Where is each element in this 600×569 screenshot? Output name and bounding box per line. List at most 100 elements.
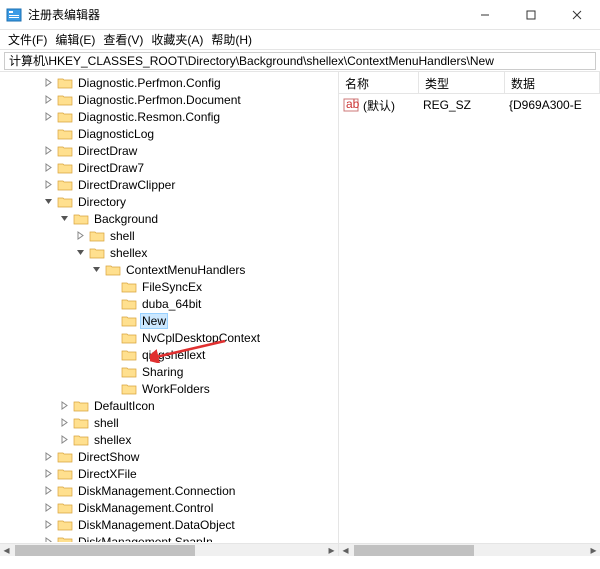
scroll-thumb[interactable]	[15, 545, 195, 556]
chevron-right-icon[interactable]	[42, 93, 55, 106]
tree-item[interactable]: shell	[0, 227, 338, 244]
chevron-right-icon[interactable]	[42, 535, 55, 542]
expander-none	[106, 365, 119, 378]
tree-item[interactable]: DiskManagement.Control	[0, 499, 338, 516]
window-title: 注册表编辑器	[28, 6, 462, 23]
tree-item[interactable]: DirectDraw	[0, 142, 338, 159]
close-button[interactable]	[554, 0, 600, 30]
menu-favorites[interactable]: 收藏夹(A)	[151, 31, 203, 48]
expander-none	[106, 382, 119, 395]
tree-item[interactable]: DirectShow	[0, 448, 338, 465]
tree-item-label: DiskManagement.SnapIn	[76, 535, 215, 543]
menu-view[interactable]: 查看(V)	[103, 31, 143, 48]
cell-data: {D969A300-E	[509, 98, 600, 112]
chevron-right-icon[interactable]	[42, 110, 55, 123]
tree-pane: Diagnostic.Perfmon.ConfigDiagnostic.Perf…	[0, 72, 339, 556]
folder-icon	[89, 246, 105, 260]
list-row[interactable]: ab(默认)REG_SZ{D969A300-E	[339, 96, 600, 114]
chevron-right-icon[interactable]	[42, 161, 55, 174]
tree-item[interactable]: NvCplDesktopContext	[0, 329, 338, 346]
minimize-button[interactable]	[462, 0, 508, 30]
tree-item-label: DiskManagement.DataObject	[76, 518, 237, 532]
tree-item-label: DirectDraw	[76, 144, 139, 158]
tree-item[interactable]: FileSyncEx	[0, 278, 338, 295]
tree-item[interactable]: WorkFolders	[0, 380, 338, 397]
folder-icon	[89, 229, 105, 243]
tree-item[interactable]: DefaultIcon	[0, 397, 338, 414]
tree-item[interactable]: Background	[0, 210, 338, 227]
chevron-right-icon[interactable]	[42, 501, 55, 514]
folder-icon	[57, 161, 73, 175]
chevron-down-icon[interactable]	[42, 195, 55, 208]
tree-item[interactable]: duba_64bit	[0, 295, 338, 312]
tree-item[interactable]: DiagnosticLog	[0, 125, 338, 142]
tree-item[interactable]: Diagnostic.Resmon.Config	[0, 108, 338, 125]
maximize-button[interactable]	[508, 0, 554, 30]
tree-item-label: DiagnosticLog	[76, 127, 156, 141]
tree-item[interactable]: New	[0, 312, 338, 329]
tree-item-label: ContextMenuHandlers	[124, 263, 247, 277]
regedit-icon	[6, 7, 22, 23]
folder-icon	[57, 144, 73, 158]
tree-item-label: DiskManagement.Connection	[76, 484, 237, 498]
list-scrollbar-horizontal[interactable]: ◂ ▸	[339, 543, 600, 556]
chevron-right-icon[interactable]	[42, 450, 55, 463]
tree-item[interactable]: ContextMenuHandlers	[0, 261, 338, 278]
chevron-down-icon[interactable]	[58, 212, 71, 225]
tree-item[interactable]: Diagnostic.Perfmon.Document	[0, 91, 338, 108]
chevron-down-icon[interactable]	[74, 246, 87, 259]
tree-item[interactable]: DiskManagement.Connection	[0, 482, 338, 499]
scroll-thumb[interactable]	[354, 545, 474, 556]
tree-item[interactable]: shellex	[0, 244, 338, 261]
scroll-left-arrow[interactable]: ◂	[0, 544, 13, 557]
col-header-data[interactable]: 数据	[505, 72, 600, 93]
folder-icon	[121, 297, 137, 311]
chevron-right-icon[interactable]	[42, 467, 55, 480]
folder-icon	[57, 76, 73, 90]
registry-tree[interactable]: Diagnostic.Perfmon.ConfigDiagnostic.Perf…	[0, 72, 338, 542]
chevron-right-icon[interactable]	[58, 399, 71, 412]
tree-item[interactable]: DirectDraw7	[0, 159, 338, 176]
tree-item[interactable]: DiskManagement.DataObject	[0, 516, 338, 533]
list-body[interactable]: ab(默认)REG_SZ{D969A300-E	[339, 94, 600, 114]
tree-item-label: DirectDraw7	[76, 161, 146, 175]
scroll-right-arrow[interactable]: ▸	[587, 544, 600, 557]
tree-item-label: duba_64bit	[140, 297, 203, 311]
tree-item[interactable]: DiskManagement.SnapIn	[0, 533, 338, 542]
expander-none	[106, 314, 119, 327]
folder-icon	[73, 433, 89, 447]
chevron-right-icon[interactable]	[42, 484, 55, 497]
scroll-left-arrow[interactable]: ◂	[339, 544, 352, 557]
menu-file[interactable]: 文件(F)	[8, 31, 47, 48]
tree-item[interactable]: shell	[0, 414, 338, 431]
window-titlebar: 注册表编辑器	[0, 0, 600, 30]
address-input[interactable]	[4, 52, 596, 70]
tree-item[interactable]: DirectDrawClipper	[0, 176, 338, 193]
menu-help[interactable]: 帮助(H)	[211, 31, 252, 48]
scroll-right-arrow[interactable]: ▸	[325, 544, 338, 557]
tree-item[interactable]: qingshellext	[0, 346, 338, 363]
folder-icon	[57, 518, 73, 532]
tree-item-label: shell	[92, 416, 121, 430]
tree-item-label: Directory	[76, 195, 128, 209]
chevron-right-icon[interactable]	[42, 76, 55, 89]
tree-item[interactable]: Diagnostic.Perfmon.Config	[0, 74, 338, 91]
chevron-right-icon[interactable]	[42, 144, 55, 157]
col-header-name[interactable]: 名称	[339, 72, 419, 93]
chevron-right-icon[interactable]	[42, 178, 55, 191]
folder-icon	[57, 450, 73, 464]
chevron-right-icon[interactable]	[74, 229, 87, 242]
menu-edit[interactable]: 编辑(E)	[55, 31, 95, 48]
tree-item[interactable]: Directory	[0, 193, 338, 210]
expander-none	[106, 297, 119, 310]
chevron-right-icon[interactable]	[58, 433, 71, 446]
tree-item-label: Diagnostic.Resmon.Config	[76, 110, 222, 124]
tree-item[interactable]: Sharing	[0, 363, 338, 380]
tree-scrollbar-horizontal[interactable]: ◂ ▸	[0, 543, 338, 556]
chevron-right-icon[interactable]	[42, 518, 55, 531]
chevron-down-icon[interactable]	[90, 263, 103, 276]
chevron-right-icon[interactable]	[58, 416, 71, 429]
tree-item[interactable]: DirectXFile	[0, 465, 338, 482]
col-header-type[interactable]: 类型	[419, 72, 505, 93]
tree-item[interactable]: shellex	[0, 431, 338, 448]
